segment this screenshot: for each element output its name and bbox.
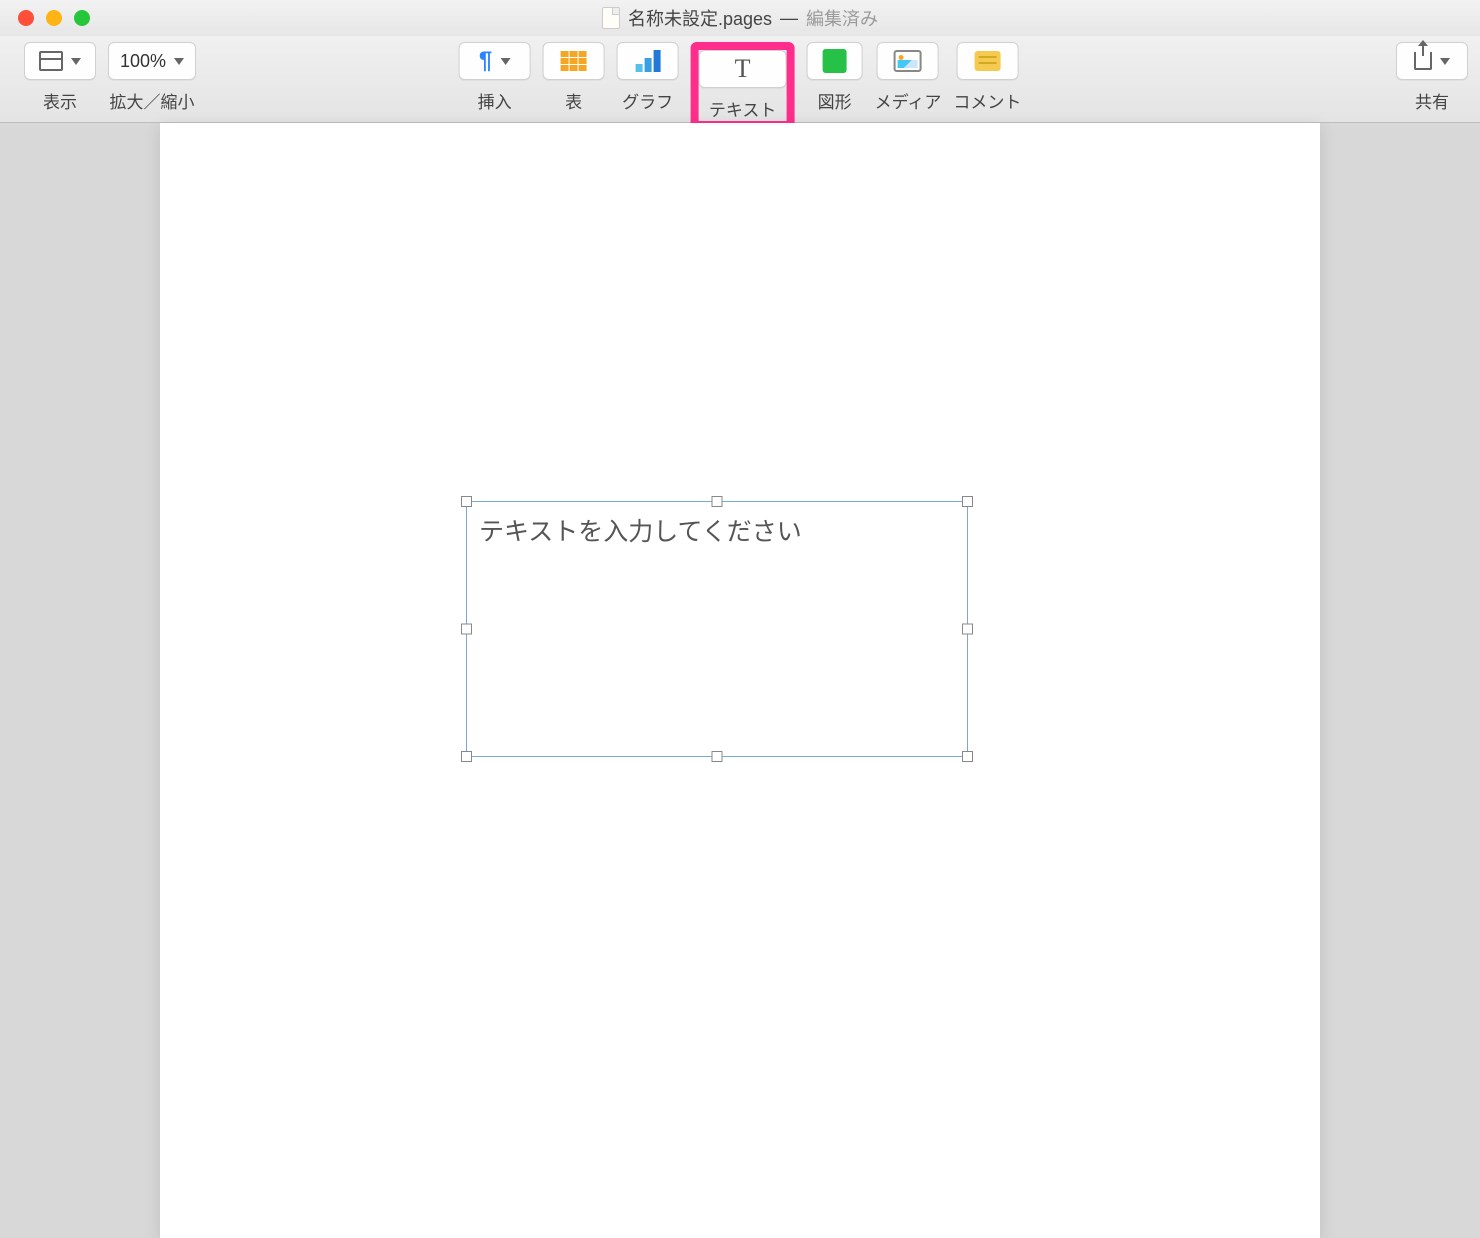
minimize-button[interactable] — [46, 10, 62, 26]
share-icon — [1414, 52, 1432, 70]
share-label: 共有 — [1415, 88, 1449, 113]
comment-button[interactable] — [956, 42, 1018, 80]
chevron-down-icon — [71, 58, 81, 65]
chart-label: グラフ — [622, 88, 673, 113]
chevron-down-icon — [1440, 58, 1450, 65]
shape-label: 図形 — [818, 88, 852, 113]
chevron-down-icon — [174, 58, 184, 65]
zoom-value: 100% — [120, 51, 166, 72]
chart-button[interactable] — [617, 42, 679, 80]
insert-button[interactable]: ¶ — [459, 42, 531, 80]
fullscreen-button[interactable] — [74, 10, 90, 26]
close-button[interactable] — [18, 10, 34, 26]
resize-handle-s[interactable] — [712, 751, 723, 762]
window-title: 名称未設定.pages — 編集済み — [602, 5, 878, 31]
view-button[interactable] — [24, 42, 96, 80]
toolbar: 表示 100% 拡大／縮小 ¶ 挿入 表 — [0, 36, 1480, 123]
resize-handle-w[interactable] — [461, 624, 472, 635]
text-icon: T — [735, 54, 751, 84]
table-label: 表 — [565, 88, 582, 113]
document-page[interactable]: テキストを入力してください — [160, 123, 1320, 1238]
chevron-down-icon — [500, 58, 510, 65]
document-status: 編集済み — [806, 5, 878, 31]
zoom-label: 拡大／縮小 — [110, 88, 195, 113]
media-label: メディア — [875, 88, 942, 113]
comment-icon — [974, 51, 1000, 71]
document-icon — [602, 7, 620, 29]
workspace: テキストを入力してください — [0, 123, 1480, 1238]
table-icon — [561, 51, 587, 71]
zoom-button[interactable]: 100% — [108, 42, 196, 80]
comment-label: コメント — [953, 88, 1021, 113]
media-button[interactable] — [877, 42, 939, 80]
traffic-lights — [0, 10, 90, 26]
view-label: 表示 — [43, 88, 77, 113]
resize-handle-ne[interactable] — [962, 496, 973, 507]
insert-label: 挿入 — [478, 88, 512, 113]
resize-handle-e[interactable] — [962, 624, 973, 635]
shape-button[interactable] — [807, 42, 863, 80]
text-button[interactable]: T — [699, 50, 787, 88]
table-button[interactable] — [543, 42, 605, 80]
textbox-placeholder: テキストを入力してください — [479, 518, 802, 546]
view-icon — [39, 51, 63, 71]
resize-handle-nw[interactable] — [461, 496, 472, 507]
document-title: 名称未設定.pages — [628, 5, 772, 31]
titlebar: 名称未設定.pages — 編集済み — [0, 0, 1480, 36]
shape-icon — [823, 49, 847, 73]
text-button-highlight: T テキスト — [691, 42, 795, 129]
text-label: テキスト — [709, 96, 777, 121]
title-separator: — — [780, 8, 798, 29]
chart-icon — [635, 50, 660, 72]
resize-handle-sw[interactable] — [461, 751, 472, 762]
resize-handle-n[interactable] — [712, 496, 723, 507]
pilcrow-icon: ¶ — [479, 47, 492, 75]
resize-handle-se[interactable] — [962, 751, 973, 762]
text-box[interactable]: テキストを入力してください — [466, 501, 968, 757]
media-icon — [894, 50, 922, 72]
share-button[interactable] — [1396, 42, 1468, 80]
